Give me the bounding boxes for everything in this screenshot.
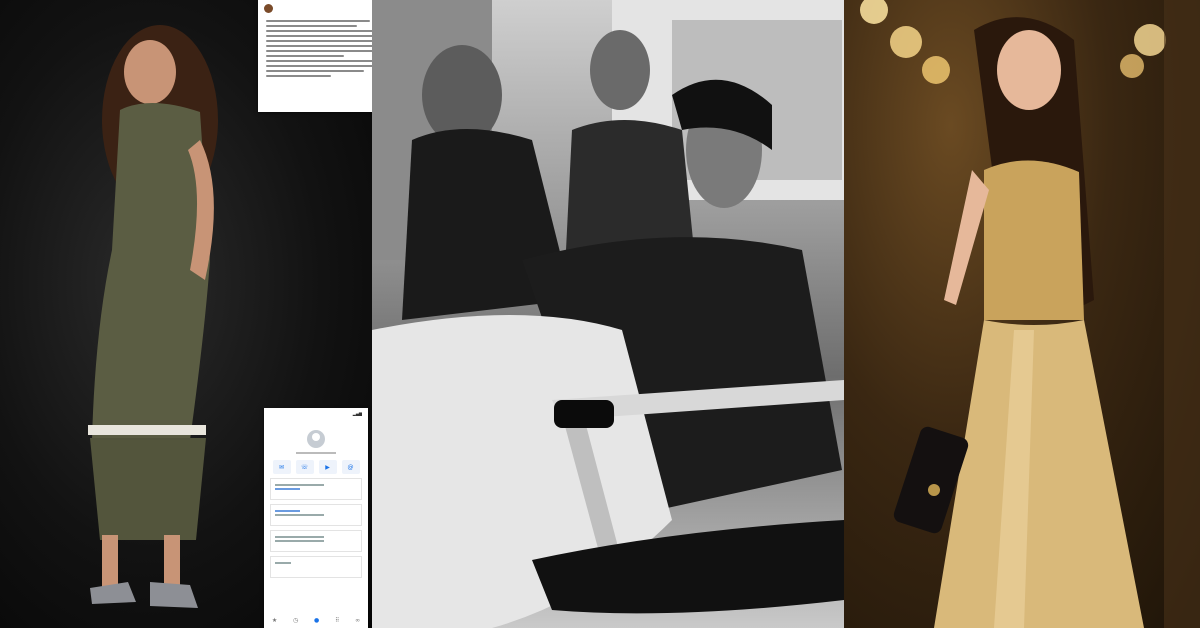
three-men-seated-photo xyxy=(372,0,844,628)
contact-field xyxy=(270,556,362,578)
woman-in-gold-gown-photo xyxy=(860,0,1200,628)
voicemail-icon: ∞ xyxy=(355,617,361,624)
keypad-icon: ⠿ xyxy=(334,617,340,624)
phone-contact-screenshot: ▂▄▆ ✉ ☏ ▶ @ ★ ◷ ● ⠿ ∞ xyxy=(264,408,368,628)
photo-panel-right xyxy=(844,0,1200,628)
contact-field xyxy=(270,478,362,500)
status-indicators: ▂▄▆ xyxy=(352,411,362,416)
photo-panel-left: … ▂▄▆ ✉ ☏ ▶ @ ★ ◷ ● ⠿ ∞ xyxy=(0,0,372,628)
social-post-screenshot: … xyxy=(258,0,372,112)
contact-avatar-icon xyxy=(307,430,325,448)
phone-tab-bar: ★ ◷ ● ⠿ ∞ xyxy=(264,617,368,624)
author-avatar xyxy=(264,4,273,13)
email-icon: @ xyxy=(341,460,360,474)
contacts-icon: ● xyxy=(313,617,320,624)
contact-field xyxy=(270,530,362,552)
post-text-block xyxy=(258,15,372,82)
contact-subtitle xyxy=(296,452,336,454)
star-icon: ★ xyxy=(271,617,278,624)
contact-field xyxy=(270,504,362,526)
call-icon: ☏ xyxy=(295,460,314,474)
message-icon: ✉ xyxy=(272,460,291,474)
photo-panel-center xyxy=(372,0,844,628)
video-icon: ▶ xyxy=(318,460,337,474)
clock-icon: ◷ xyxy=(292,617,299,624)
